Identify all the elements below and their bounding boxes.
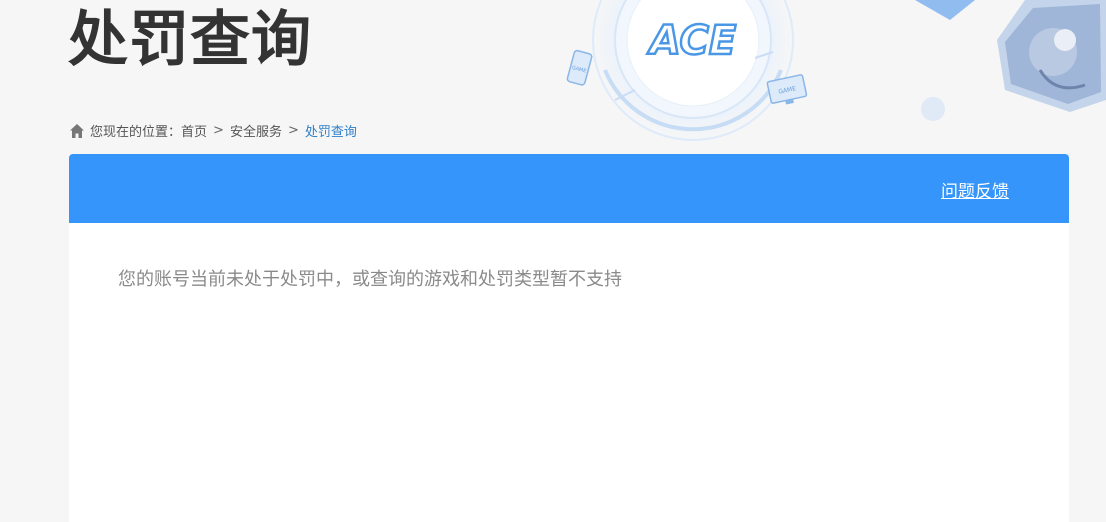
svg-text:ACE: ACE — [647, 18, 736, 64]
panel-body: 您的账号当前未处于处罚中，或查询的游戏和处罚类型暂不支持 — [69, 223, 1069, 291]
character-decoration — [915, 0, 1106, 121]
page-title: 处罚查询 — [68, 5, 312, 75]
ace-logo: ACE — [646, 17, 738, 66]
panel-header: 问题反馈 — [69, 154, 1069, 223]
breadcrumb-separator: > — [287, 123, 299, 138]
hero-decoration: ACE GAME GAME — [566, 0, 808, 150]
breadcrumb-current: 处罚查询 — [304, 125, 357, 140]
breadcrumb-security-link[interactable]: 安全服务 — [230, 121, 282, 140]
breadcrumb-separator: > — [213, 123, 224, 138]
home-icon — [70, 123, 84, 138]
phone-game-icon: GAME — [566, 49, 593, 86]
breadcrumb-prefix: 您现在的位置： — [90, 125, 182, 140]
breadcrumb: 您现在的位置： 首页 > 安全服务 > 处罚查询 — [69, 121, 357, 140]
result-message: 您的账号当前未处于处罚中，或查询的游戏和处罚类型暂不支持 — [118, 269, 622, 290]
result-panel: 问题反馈 您的账号当前未处于处罚中，或查询的游戏和处罚类型暂不支持 — [69, 154, 1069, 522]
feedback-link[interactable]: 问题反馈 — [941, 177, 1009, 202]
breadcrumb-home-link[interactable]: 首页 — [181, 121, 207, 140]
